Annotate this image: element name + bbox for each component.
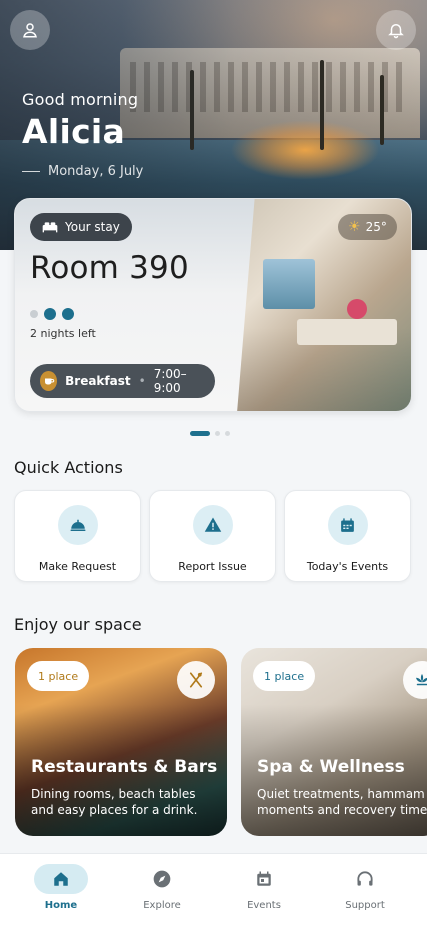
warning-icon — [204, 517, 221, 532]
pager-dot[interactable] — [225, 431, 230, 436]
current-date: Monday, 6 July — [22, 164, 143, 179]
breakfast-time: 7:00–9:00 — [153, 367, 187, 395]
nav-events[interactable]: Events — [219, 864, 309, 911]
report-issue-button[interactable]: Report Issue — [149, 490, 276, 582]
weather-badge: ☀ 25° — [338, 214, 397, 240]
quick-actions-title: Quick Actions — [14, 458, 123, 477]
nav-home[interactable]: Home — [16, 864, 106, 911]
sun-icon: ☀ — [348, 219, 361, 235]
room-number: Room 390 — [30, 250, 189, 286]
bottom-navigation: Home Explore Events Support — [0, 853, 427, 928]
utensils-icon — [189, 672, 203, 688]
greeting-text: Good morning — [22, 90, 139, 109]
user-icon — [23, 23, 37, 38]
spa-icon-button[interactable] — [403, 661, 427, 699]
space-title: Restaurants & Bars — [31, 757, 218, 777]
notifications-button[interactable] — [376, 10, 416, 50]
pager-dot[interactable] — [190, 431, 210, 436]
nav-explore[interactable]: Explore — [117, 864, 207, 911]
carousel-pager — [190, 431, 230, 436]
nav-support[interactable]: Support — [320, 864, 410, 911]
breakfast-pill[interactable]: Breakfast • 7:00–9:00 — [30, 364, 215, 398]
bed-icon — [42, 222, 58, 233]
your-stay-badge: Your stay — [30, 213, 132, 241]
place-count-badge: 1 place — [253, 661, 316, 691]
home-icon — [54, 872, 68, 886]
compass-icon — [153, 870, 171, 888]
spa-card[interactable]: 1 place Spa & Wellness Quiet treatments,… — [241, 648, 427, 836]
nights-left: 2 nights left — [30, 327, 96, 340]
calendar-icon — [257, 871, 271, 886]
restaurants-card[interactable]: 1 place Restaurants & Bars Dining rooms,… — [15, 648, 227, 836]
nights-indicator — [30, 308, 74, 320]
calendar-icon — [341, 517, 354, 532]
enjoy-space-title: Enjoy our space — [14, 615, 142, 634]
space-description: Dining rooms, beach tables and easy plac… — [31, 787, 198, 817]
place-count-badge: 1 place — [27, 661, 90, 691]
app-screen: Good morning Alicia Monday, 6 July Your … — [0, 0, 427, 928]
space-description: Quiet treatments, hammam moments and rec… — [257, 787, 427, 817]
make-request-button[interactable]: Make Request — [14, 490, 141, 582]
restaurants-icon-button[interactable] — [177, 661, 215, 699]
todays-events-button[interactable]: Today's Events — [284, 490, 411, 582]
headset-icon — [357, 871, 373, 886]
guest-name: Alicia — [22, 112, 126, 151]
lotus-icon — [416, 674, 427, 686]
service-bell-icon — [70, 519, 85, 531]
pager-dot[interactable] — [215, 431, 220, 436]
coffee-cup-icon — [40, 371, 58, 391]
breakfast-label: Breakfast — [65, 374, 131, 388]
bell-icon — [388, 24, 404, 39]
space-title: Spa & Wellness — [257, 757, 405, 777]
profile-button[interactable] — [10, 10, 50, 50]
